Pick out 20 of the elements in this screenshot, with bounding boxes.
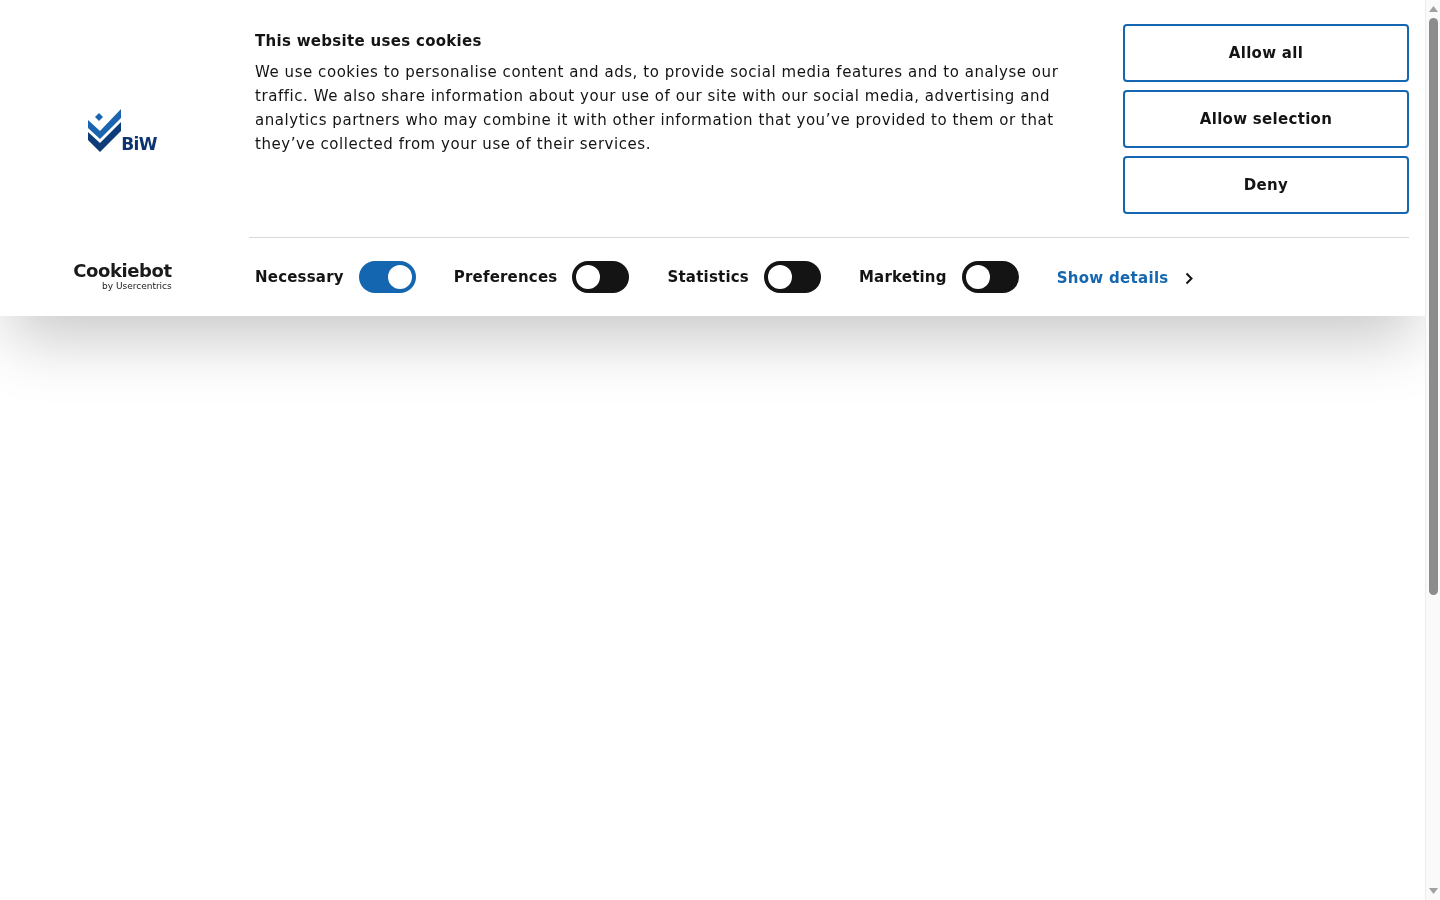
- logo-text: BiW: [121, 136, 157, 152]
- provider-name: Cookiebot: [73, 261, 172, 281]
- category-label: Necessary: [255, 268, 344, 286]
- scrollbar[interactable]: [1425, 0, 1440, 900]
- banner-description: We use cookies to personalise content and ads, to provide social media features and to analyse our traffic. We also share information about your use of our site with our social media, advertising and analytics partners who may combine it with other information that you’ve provided to them or that they’ve collected from your use of their services.: [255, 62, 1060, 155]
- provider-tagline: by Usercentrics: [102, 281, 172, 292]
- toggle-switch[interactable]: [572, 261, 630, 293]
- show-details-link[interactable]: Show details: [1056, 267, 1193, 287]
- consent-button[interactable]: Deny: [1123, 156, 1409, 214]
- banner-title: This website uses cookies: [255, 31, 483, 52]
- toggle-switch[interactable]: [763, 261, 821, 293]
- category-label: Marketing: [858, 268, 947, 286]
- consent-button[interactable]: Allow selection: [1123, 90, 1409, 148]
- toggle-switch[interactable]: [961, 261, 1019, 293]
- consent-button[interactable]: Allow all: [1123, 24, 1409, 82]
- category-label: Preferences: [453, 268, 558, 286]
- chevron-right-icon: [1184, 271, 1193, 285]
- toggle-switch[interactable]: [358, 261, 416, 293]
- scrollbar-thumb[interactable]: [1428, 18, 1438, 595]
- category-label: Statistics: [667, 268, 749, 286]
